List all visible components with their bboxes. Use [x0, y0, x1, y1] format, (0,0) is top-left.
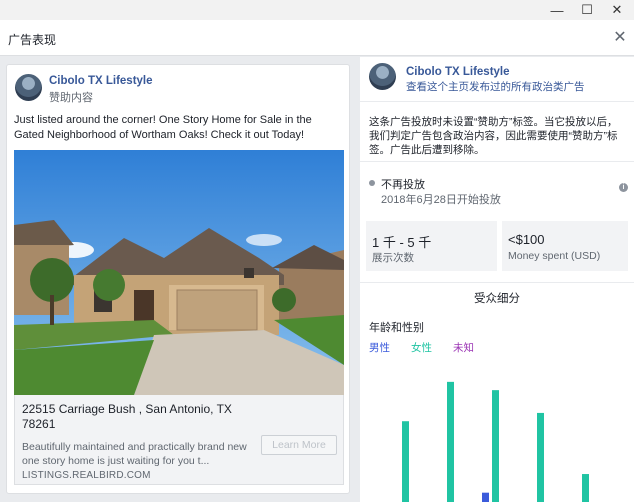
close-icon[interactable]: ✕	[610, 28, 630, 48]
view-political-ads-link[interactable]: 查看这个主页发布过的所有政治类广告	[406, 79, 585, 94]
window-close-button[interactable]: ✕	[600, 0, 634, 20]
spend-label: Money spent (USD)	[508, 250, 601, 262]
bar-female[interactable]	[447, 381, 454, 502]
ad-preview-pane: Cibolo TX Lifestyle 赞助内容 Just listed aro…	[0, 57, 358, 502]
divider	[360, 282, 634, 283]
window-titlebar: — ☐ ✕	[0, 0, 634, 20]
legend-male[interactable]: 男性	[369, 340, 390, 355]
ad-start-date: 2018年6月28日开始投放	[381, 194, 501, 206]
legend-unknown[interactable]: 未知	[453, 340, 474, 355]
house-photo[interactable]	[14, 150, 344, 395]
status-dot-icon	[369, 180, 375, 186]
link-description: Beautifully maintained and practically b…	[22, 441, 247, 467]
performance-pane: Cibolo TX Lifestyle 查看这个主页发布过的所有政治类广告 这条…	[360, 57, 634, 502]
ad-status: 不再投放	[381, 179, 425, 191]
ad-body-text: Just listed around the corner! One Story…	[14, 114, 312, 141]
panel-page-avatar[interactable]	[369, 63, 396, 90]
age-gender-title: 年龄和性别	[369, 322, 424, 334]
disclaimer-notice: 这条广告投放时未设置“赞助方”标签。当它投放以后，我们判定广告包含政治内容，因此…	[369, 116, 618, 156]
info-icon[interactable]: i	[619, 183, 628, 192]
learn-more-button[interactable]: Learn More	[261, 435, 337, 455]
minimize-button[interactable]: —	[540, 0, 574, 20]
impressions-label: 展示次数	[372, 252, 414, 264]
impressions-stat: 1 千 - 5 千 展示次数	[366, 221, 497, 271]
divider	[360, 161, 634, 162]
audience-breakdown-title: 受众细分	[474, 293, 520, 305]
impressions-value: 1 千 - 5 千	[372, 235, 432, 250]
spend-stat: <$100 Money spent (USD)	[502, 221, 628, 271]
maximize-button[interactable]: ☐	[570, 0, 604, 20]
bar-female[interactable]	[537, 412, 544, 502]
age-gender-chart	[402, 381, 589, 502]
bar-male[interactable]	[482, 492, 489, 502]
dialog-title: 广告表现	[8, 33, 57, 47]
legend-female[interactable]: 女性	[411, 340, 432, 355]
bar-female[interactable]	[582, 474, 589, 502]
ad-page-name[interactable]: Cibolo TX Lifestyle	[49, 75, 153, 87]
sponsored-label: 赞助内容	[49, 92, 93, 104]
panel-page-name[interactable]: Cibolo TX Lifestyle	[406, 66, 510, 78]
link-domain: LISTINGS.REALBIRD.COM	[22, 470, 151, 481]
spend-value: <$100	[508, 232, 545, 247]
panel-page-header: Cibolo TX Lifestyle 查看这个主页发布过的所有政治类广告	[360, 57, 634, 102]
bar-female[interactable]	[492, 390, 499, 502]
link-preview[interactable]: 22515 Carriage Bush , San Antonio, TX 78…	[14, 395, 344, 485]
dialog-header: 广告表现 ✕	[0, 20, 634, 56]
ad-card: Cibolo TX Lifestyle 赞助内容 Just listed aro…	[6, 64, 350, 494]
link-title[interactable]: 22515 Carriage Bush , San Antonio, TX 78…	[22, 402, 254, 432]
page-avatar[interactable]	[15, 74, 42, 101]
bar-female[interactable]	[402, 421, 409, 502]
